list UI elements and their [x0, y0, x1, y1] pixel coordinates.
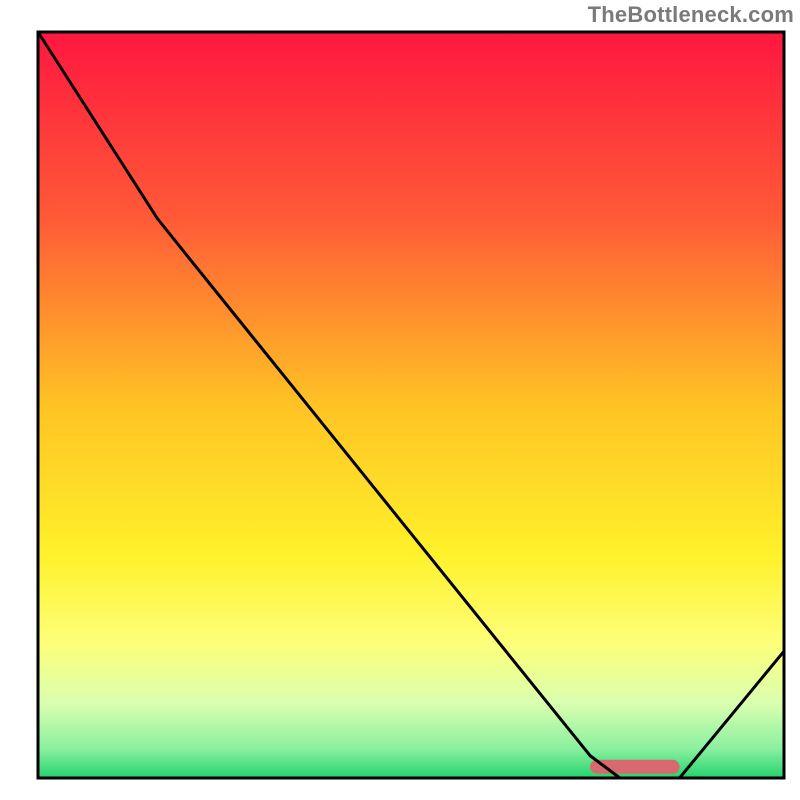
attribution-text: TheBottleneck.com — [588, 2, 794, 28]
chart-container: TheBottleneck.com — [0, 0, 800, 800]
bottleneck-chart — [0, 0, 800, 800]
plot-background — [38, 32, 784, 778]
